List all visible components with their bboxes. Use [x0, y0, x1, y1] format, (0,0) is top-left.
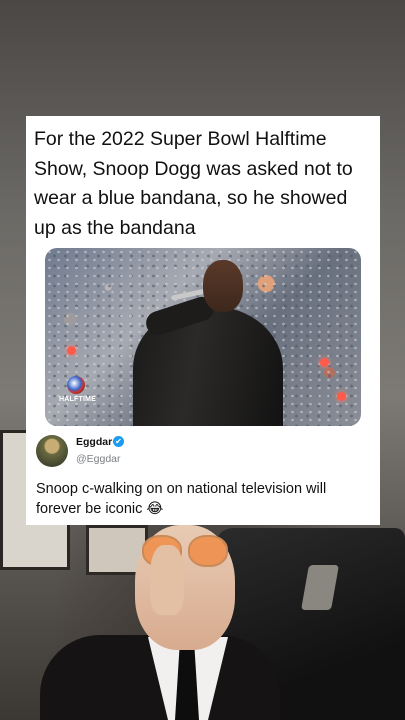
performer-head	[203, 260, 243, 312]
stage-light	[320, 358, 329, 367]
stage-light	[67, 346, 76, 355]
reply-user-name[interactable]: Eggdar	[76, 436, 112, 448]
reply-text: Snoop c-walking on on national televisio…	[36, 481, 327, 517]
stage-light	[337, 392, 346, 401]
tweet-card[interactable]: For the 2022 Super Bowl Halftime Show, S…	[26, 116, 380, 525]
tweet-media-image[interactable]: HALFTIME	[45, 248, 361, 426]
tweet-headline: For the 2022 Super Bowl Halftime Show, S…	[34, 128, 353, 239]
sunglasses-right-lens	[188, 535, 228, 567]
avatar[interactable]	[36, 435, 68, 467]
halftime-logo-text: HALFTIME	[59, 396, 96, 403]
creator-hand	[150, 545, 184, 615]
creator-person	[40, 525, 280, 720]
verified-badge-icon: ✔	[113, 436, 124, 447]
pepsi-logo-icon	[67, 376, 85, 394]
reply-user-handle[interactable]: @Eggdar	[76, 453, 121, 465]
halftime-logo: HALFTIME	[59, 376, 96, 403]
